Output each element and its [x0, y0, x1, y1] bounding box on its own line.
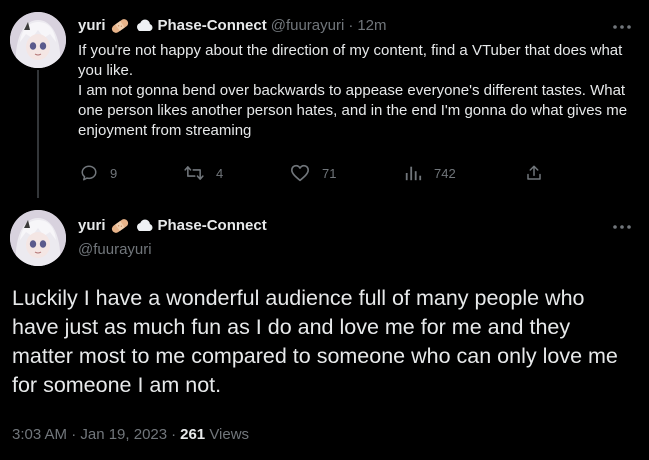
- like-icon: [291, 164, 309, 182]
- tweet-text-line: If you're not happy about the direction …: [78, 42, 623, 79]
- views-count: 742: [434, 165, 456, 181]
- tweet1-header: yuri Phase-Connect @fuurayuri · 12m: [78, 16, 387, 36]
- more-icon[interactable]: [612, 221, 632, 231]
- bandage-icon: [110, 218, 130, 234]
- more-icon[interactable]: [612, 21, 632, 31]
- views-button[interactable]: 742: [404, 164, 456, 182]
- reply-button[interactable]: 9: [80, 164, 117, 182]
- display-name[interactable]: yuri: [78, 216, 106, 236]
- reply-count: 9: [110, 165, 118, 181]
- separator-dot: ·: [348, 17, 354, 34]
- display-name[interactable]: yuri: [78, 16, 106, 36]
- avatar-image: [10, 12, 66, 68]
- like-button[interactable]: 71: [290, 164, 336, 182]
- views-count: 261: [180, 426, 206, 443]
- handle[interactable]: @fuurayuri: [78, 240, 152, 260]
- tweet-body: If you're not happy about the direction …: [78, 41, 633, 141]
- views-label: Views: [209, 426, 250, 443]
- like-count: 71: [322, 165, 337, 181]
- retweet-button[interactable]: 4: [184, 164, 223, 182]
- retweet-count: 4: [216, 165, 224, 181]
- tweet-body: Luckily I have a wonderful audience full…: [12, 286, 618, 397]
- thread-connector-line: [37, 70, 39, 198]
- retweet-icon: [184, 166, 204, 180]
- org-name[interactable]: Phase-Connect: [158, 216, 267, 236]
- tweet-timestamp[interactable]: 3:03 AM · Jan 19, 2023: [12, 426, 167, 443]
- org-name[interactable]: Phase-Connect: [158, 16, 267, 36]
- tweet-timestamp[interactable]: 12m: [357, 16, 386, 36]
- cloud-icon: [134, 218, 154, 234]
- handle[interactable]: @fuurayuri: [271, 16, 345, 36]
- tweet-action-bar: 9 4 71 742: [78, 164, 548, 186]
- avatar-image: [10, 210, 66, 266]
- cloud-icon: [134, 18, 154, 34]
- reply-icon: [81, 165, 97, 181]
- tweet2-header: yuri Phase-Connect: [78, 216, 267, 236]
- avatar[interactable]: [10, 12, 66, 68]
- share-button[interactable]: [525, 164, 543, 182]
- tweet-text-line: I am not gonna bend over backwards to ap…: [78, 82, 628, 139]
- separator-dot: ·: [171, 426, 177, 443]
- tweet-meta: 3:03 AM · Jan 19, 2023 · 261 Views: [12, 425, 249, 445]
- views-icon: [405, 166, 422, 181]
- tweet-thread-page: yuri Phase-Connect @fuurayuri · 12m If y…: [0, 0, 649, 460]
- share-icon: [527, 165, 541, 180]
- avatar[interactable]: [10, 210, 66, 266]
- bandage-icon: [110, 18, 130, 34]
